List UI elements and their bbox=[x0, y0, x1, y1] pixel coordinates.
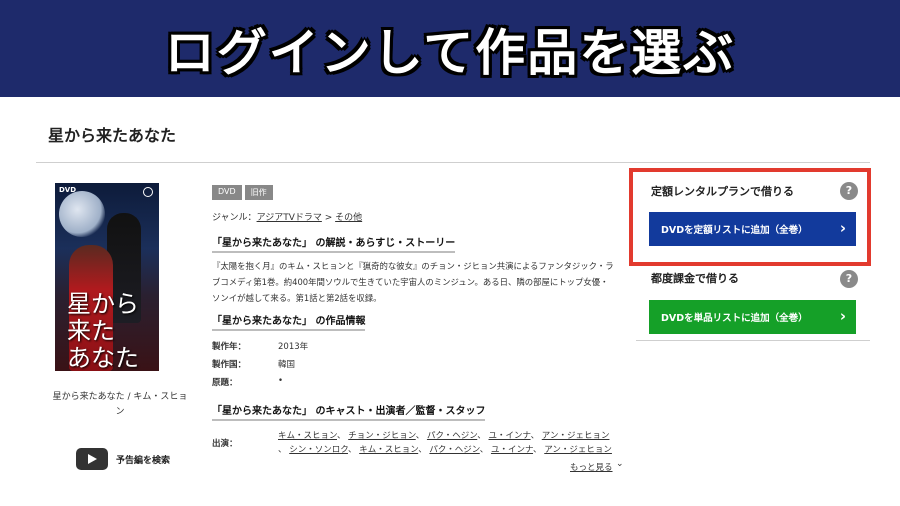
cast-line-2: 、 シン・ソンロク、 キム・スヒョン、 パク・ヘジン、 ユ・インナ、 アン・ジェ… bbox=[278, 443, 612, 455]
info-label: 製作年： bbox=[212, 342, 247, 352]
cast-heading: 「星から来たあなた」 のキャスト・出演者／監督・スタッフ bbox=[212, 402, 486, 421]
moon-graphic bbox=[59, 191, 105, 237]
panel-divider bbox=[636, 340, 870, 341]
add-to-single-list-button[interactable]: DVDを単品リストに追加（全巻） › bbox=[649, 300, 856, 334]
help-icon[interactable]: ? bbox=[840, 182, 858, 200]
cast-separator: 、 bbox=[415, 431, 425, 441]
cast-separator: 、 bbox=[479, 445, 489, 455]
cast-line-1: キム・スヒョン、 チョン・ジヒョン、 パク・ヘジン、 ユ・インナ、 アン・ジェヒ… bbox=[278, 429, 609, 441]
cast-link[interactable]: ユ・インナ bbox=[491, 445, 533, 455]
cast-separator: 、 bbox=[337, 431, 346, 441]
play-icon bbox=[76, 448, 108, 470]
page-title: 星から来たあなた bbox=[48, 126, 177, 145]
poster-title-line1: 星から来た bbox=[67, 290, 139, 345]
cast-link[interactable]: パク・ヘジン bbox=[429, 445, 479, 455]
poster-title: 星から来た あなた bbox=[67, 290, 157, 372]
cast-separator: 、 bbox=[533, 445, 542, 455]
cast-separator: 、 bbox=[347, 445, 357, 455]
genre-category-link[interactable]: アジアTVドラマ bbox=[257, 213, 322, 223]
genre-separator: > bbox=[321, 213, 336, 223]
cast-separator: 、 bbox=[477, 431, 486, 441]
chevron-right-icon: › bbox=[839, 219, 846, 237]
cast-link[interactable]: シン・ソンロク bbox=[289, 445, 348, 455]
poster-title-line2: あなた bbox=[67, 344, 139, 372]
cast-link[interactable]: アン・ジェヒョン bbox=[542, 431, 610, 441]
info-value: 韓国 bbox=[278, 360, 296, 370]
cast-separator: 、 bbox=[418, 445, 427, 455]
poster-caption: 星から来たあなた / キム・スヒョン bbox=[52, 392, 188, 417]
chevron-down-icon[interactable]: ⌄ bbox=[616, 459, 624, 469]
title-divider bbox=[36, 162, 870, 163]
poster-image[interactable]: DVD 星から来た あなた bbox=[55, 183, 159, 371]
genre-breadcrumb: ジャンル：アジアTVドラマ > その他 bbox=[212, 210, 362, 223]
add-to-single-list-label: DVDを単品リストに追加（全巻） bbox=[661, 313, 808, 324]
see-more-link[interactable]: もっと見る bbox=[570, 461, 613, 473]
trailer-label: 予告編を検索 bbox=[116, 455, 171, 466]
cast-link[interactable]: キム・スヒョン bbox=[359, 445, 418, 455]
cast-link[interactable]: チョン・ジヒョン bbox=[348, 431, 416, 441]
chevron-right-icon: › bbox=[839, 307, 846, 325]
dvd-mark: DVD bbox=[59, 186, 77, 194]
genre-label: ジャンル： bbox=[212, 213, 257, 223]
synopsis-text: 『太陽を抱く月』のキム・スヒョンと『猟奇的な彼女』のチョン・ジヒョン共演によるフ… bbox=[212, 261, 614, 303]
info-value: 2013年 bbox=[278, 342, 309, 352]
work-info-heading: 「星から来たあなた」 の作品情報 bbox=[212, 312, 366, 331]
studio-logo-icon bbox=[143, 187, 153, 197]
synopsis-heading: 「星から来たあなた」 の解説・あらすじ・ストーリー bbox=[212, 234, 456, 253]
add-to-plan-list-button[interactable]: DVDを定額リストに追加（全巻） › bbox=[649, 212, 856, 246]
info-label: 原題： bbox=[212, 378, 238, 388]
cast-separator: 、 bbox=[278, 445, 287, 455]
plan-rental-title: 定額レンタルプランで借りる bbox=[651, 185, 794, 198]
per-rental-title: 都度課金で借りる bbox=[651, 272, 739, 285]
badge-dvd: DVD bbox=[212, 185, 242, 200]
format-badges: DVD 旧作 bbox=[212, 185, 273, 200]
cast-link[interactable]: アン・ジェヒョン bbox=[544, 445, 612, 455]
cast-link[interactable]: キム・スヒョン bbox=[278, 431, 337, 441]
help-icon[interactable]: ? bbox=[840, 270, 858, 288]
cast-link[interactable]: ユ・インナ bbox=[488, 431, 530, 441]
add-to-plan-list-label: DVDを定額リストに追加（全巻） bbox=[661, 225, 808, 236]
info-value: • bbox=[278, 376, 284, 386]
cast-separator: 、 bbox=[530, 431, 540, 441]
header-banner: ログインして作品を選ぶ bbox=[0, 0, 900, 97]
genre-subcategory-link[interactable]: その他 bbox=[335, 213, 362, 223]
badge-old: 旧作 bbox=[244, 185, 273, 200]
banner-title: ログインして作品を選ぶ bbox=[164, 23, 736, 82]
info-label: 製作国： bbox=[212, 360, 247, 370]
cast-label: 出演： bbox=[212, 439, 238, 449]
cast-link[interactable]: パク・ヘジン bbox=[427, 431, 477, 441]
trailer-search-button[interactable]: 予告編を検索 bbox=[76, 448, 170, 470]
